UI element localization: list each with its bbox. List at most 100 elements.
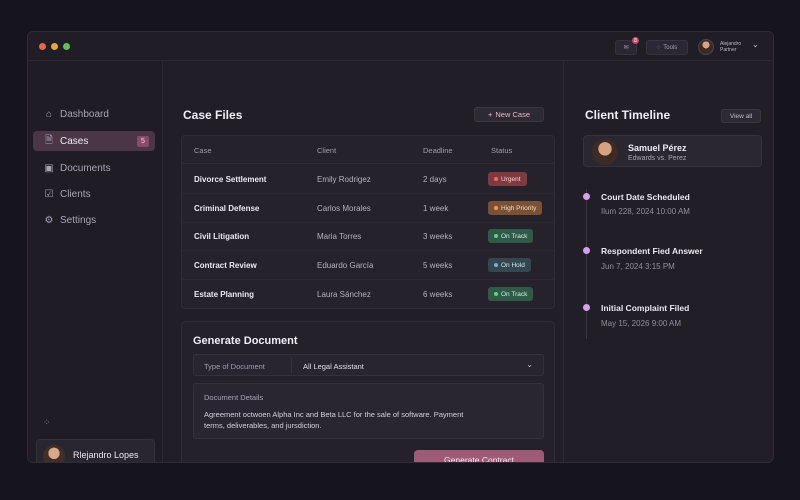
case-table: Case Client Deadline Status Divorce Sett…	[181, 135, 555, 309]
close-window-button[interactable]	[39, 43, 46, 50]
view-all-button[interactable]: View all	[721, 109, 761, 123]
generate-document-title: Generate Document	[193, 335, 298, 347]
timeline-event-title[interactable]: Respondent Fied Answer	[601, 246, 703, 256]
status-label: Urgent	[501, 175, 521, 183]
client-name: Samuel Pérez	[628, 143, 687, 153]
client-name: Emily Rodrigez	[317, 175, 371, 184]
sidebar-user-name: Rlejandro Lopes	[73, 450, 139, 460]
new-case-button[interactable]: + New Case	[474, 107, 544, 122]
avatar	[592, 139, 618, 165]
timeline-dot	[583, 193, 590, 200]
wifi-icon: ◌	[656, 44, 661, 51]
column-header-client[interactable]: Client	[317, 146, 336, 155]
select-divider	[291, 358, 292, 373]
notification-badge: 8	[632, 37, 639, 44]
sidebar-item-label: Dashboard	[60, 108, 109, 120]
document-type-value: All Legal Assistant	[303, 362, 364, 371]
deadline: 2 days	[423, 175, 447, 184]
notifications-button[interactable]: ✉ 8	[615, 37, 639, 55]
status-label: On Track	[501, 290, 528, 298]
plus-icon: +	[488, 110, 493, 119]
avatar	[43, 445, 65, 462]
timeline-line	[586, 189, 587, 339]
sidebar: ⌂ Dashboard 🗎 Cases 5 ▣ Documents ☑ Clie…	[28, 61, 163, 462]
case-name: Contract Review	[194, 261, 257, 270]
column-header-deadline[interactable]: Deadline	[423, 146, 453, 155]
timeline-event-title[interactable]: Initial Complaint Filed	[601, 303, 689, 313]
deadline: 1 week	[423, 204, 449, 213]
user-avatar[interactable]	[698, 39, 714, 55]
user-menu-label[interactable]: Alejandro Partner	[720, 41, 741, 53]
table-row[interactable]: Criminal Defense Carlos Morales 1 week H…	[182, 194, 554, 223]
client-name: Maria Torres	[317, 232, 362, 241]
timeline-event-date: Ilum 228, 2024 10:00 AM	[601, 207, 690, 216]
status-badge: Urgent	[488, 172, 527, 186]
titlebar: ✉ 8 ◌ Tools Alejandro Partner ⌄	[28, 32, 773, 61]
document-icon: ▣	[44, 162, 54, 174]
home-icon: ⌂	[45, 108, 53, 120]
apps-grid-icon[interactable]: ⁘	[43, 417, 51, 428]
client-name: Eduardo García	[317, 261, 374, 270]
table-row[interactable]: Divorce Settlement Emily Rodrigez 2 days…	[182, 165, 554, 194]
status-dot	[494, 292, 498, 296]
status-dot	[494, 206, 498, 210]
sidebar-item-cases[interactable]: 🗎 Cases 5	[33, 131, 155, 151]
case-name: Criminal Defense	[194, 204, 260, 213]
tools-label: Tools	[663, 44, 678, 51]
status-badge: High Priority	[488, 201, 543, 215]
client-name: Laura Sánchez	[317, 290, 371, 299]
sidebar-user-card[interactable]: Rlejandro Lopes	[36, 439, 155, 462]
status-badge: On Track	[488, 229, 534, 243]
column-header-status[interactable]: Status	[491, 146, 512, 155]
deadline: 5 weeks	[423, 261, 453, 270]
settings-icon: ⚙	[44, 214, 54, 226]
sidebar-item-label: Cases	[60, 135, 89, 147]
sidebar-item-dashboard[interactable]: ⌂ Dashboard	[33, 104, 155, 124]
sidebar-item-documents[interactable]: ▣ Documents	[33, 158, 155, 178]
deadline: 3 weeks	[423, 232, 453, 241]
clients-icon: ☑	[44, 188, 54, 200]
table-row[interactable]: Estate Planning Laura Sánchez 6 weeks On…	[182, 280, 554, 309]
deadline: 6 weeks	[423, 290, 453, 299]
table-row[interactable]: Contract Review Eduardo García 5 weeks O…	[182, 251, 554, 280]
minimize-window-button[interactable]	[51, 43, 58, 50]
document-details-field[interactable]: Document Details Agreement octwoen Alpha…	[193, 383, 544, 439]
case-files-title: Case Files	[183, 108, 243, 122]
client-card[interactable]: Samuel Pérez Edwards vs. Perez	[583, 135, 762, 167]
column-header-case[interactable]: Case	[194, 146, 212, 155]
app-window: ✉ 8 ◌ Tools Alejandro Partner ⌄ ⌂ Dashbo…	[27, 31, 774, 463]
chevron-down-icon: ⌄	[526, 360, 533, 369]
sidebar-item-label: Settings	[60, 214, 97, 226]
tools-button[interactable]: ◌ Tools	[646, 40, 688, 55]
mail-icon: ✉	[623, 45, 629, 51]
chevron-down-icon[interactable]: ⌄	[752, 40, 759, 49]
client-case: Edwards vs. Perez	[628, 155, 687, 162]
timeline-dot	[583, 304, 590, 311]
main-content: Case Files + New Case Case Client Deadli…	[164, 61, 562, 462]
status-dot	[494, 263, 498, 267]
sidebar-item-clients[interactable]: ☑ Clients	[33, 184, 155, 204]
status-label: On Hold	[501, 261, 525, 269]
sidebar-item-settings[interactable]: ⚙ Settings	[33, 210, 155, 230]
status-dot	[494, 177, 498, 181]
status-badge: On Track	[488, 287, 534, 301]
cases-count-badge: 5	[137, 136, 149, 147]
document-details-text[interactable]: Agreement octwoen Alpha Inc and Beta LLC…	[204, 409, 474, 431]
maximize-window-button[interactable]	[63, 43, 70, 50]
client-name: Carlos Morales	[317, 204, 371, 213]
case-file-icon: 🗎	[44, 134, 54, 146]
table-header: Case Client Deadline Status	[182, 136, 554, 164]
client-timeline-title: Client Timeline	[585, 108, 671, 122]
new-case-label: New Case	[495, 110, 530, 119]
case-name: Estate Planning	[194, 290, 255, 299]
sidebar-item-label: Documents	[60, 162, 111, 174]
table-row[interactable]: Civil Litigation Maria Torres 3 weeks On…	[182, 222, 554, 251]
timeline-event-date: May 15, 2026 9:00 AM	[601, 319, 682, 328]
document-type-select[interactable]: Type of Document All Legal Assistant ⌄	[193, 354, 544, 376]
generate-contract-button[interactable]: Generate Contract	[414, 450, 544, 462]
timeline-event-title[interactable]: Court Date Scheduled	[601, 192, 690, 202]
status-label: On Track	[501, 232, 528, 240]
document-type-label: Type of Document	[204, 362, 265, 371]
document-details-label: Document Details	[204, 393, 264, 402]
client-timeline-panel: Client Timeline View all Samuel Pérez Ed…	[563, 61, 773, 462]
